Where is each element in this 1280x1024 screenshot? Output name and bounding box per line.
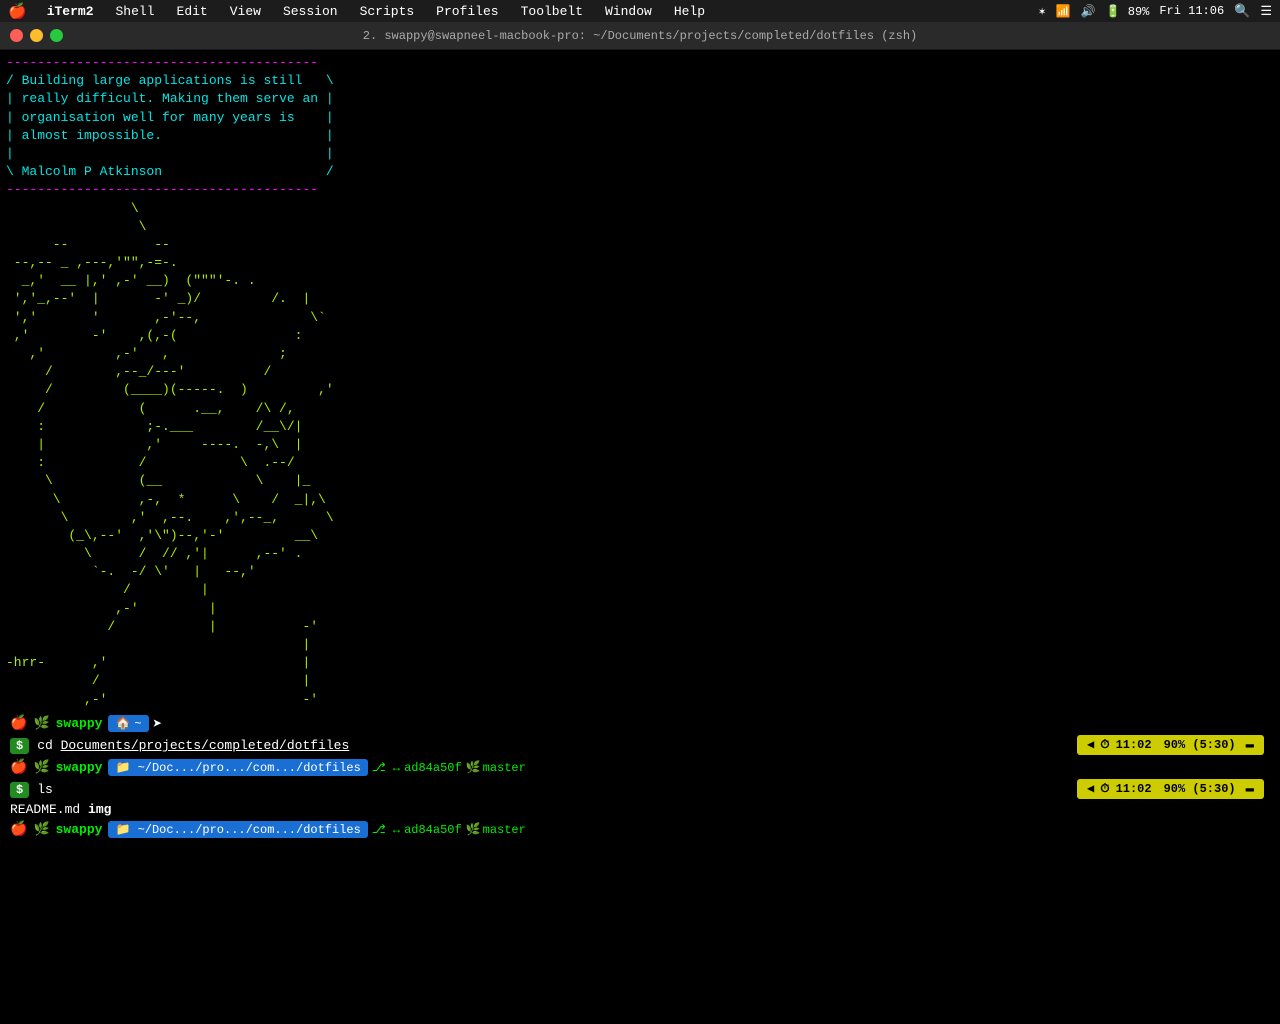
control-icon[interactable]: ☰: [1260, 4, 1272, 19]
readme-file: README.md: [10, 802, 80, 817]
username-3: swappy: [56, 760, 103, 775]
time-badge-2: ⏱ 11:02 90% (5:30) ▬: [1077, 779, 1264, 799]
leaf-icon-1: 🌿: [33, 716, 49, 731]
menu-iterm2[interactable]: iTerm2: [43, 4, 98, 19]
arrow-icon-1: ➤: [153, 714, 163, 734]
close-button[interactable]: [10, 29, 23, 42]
leaf-icon-5: 🌿: [33, 822, 49, 837]
menu-session[interactable]: Session: [279, 4, 342, 19]
prompt-line-1: 🍎 🌿 swappy 🏠 ~ ➤: [6, 713, 1274, 735]
apple-icon-5: 🍎: [10, 821, 27, 838]
clock-icon-1: ⏱: [1100, 738, 1109, 752]
volume-icon: 🔊: [1081, 4, 1096, 19]
pct-value-2: 90% (5:30): [1164, 782, 1236, 796]
menu-bar: 🍎 iTerm2 Shell Edit View Session Scripts…: [0, 0, 1280, 22]
search-icon[interactable]: 🔍: [1234, 4, 1250, 19]
battery-indicator: 🔋 89%: [1106, 4, 1150, 19]
img-dir: img: [88, 802, 111, 817]
clock: Fri 11:06: [1159, 4, 1224, 18]
time-badge-1: ⏱ 11:02 90% (5:30) ▬: [1077, 735, 1264, 755]
bar-icon-1: ▬: [1246, 737, 1254, 753]
ls-command: ls: [37, 782, 53, 797]
tilde: ~: [134, 717, 141, 731]
branch-icon-5: 🌿: [466, 822, 481, 837]
prompt-line-5: 🍎 🌿 swappy 📁 ~/Doc.../pro.../com.../dotf…: [6, 819, 1274, 841]
path-badge-5: 📁 ~/Doc.../pro.../com.../dotfiles: [108, 821, 367, 838]
terminal-window: 2. swappy@swapneel-macbook-pro: ~/Docume…: [0, 22, 1280, 1024]
time-value-2: 11:02: [1116, 782, 1152, 796]
menu-shell[interactable]: Shell: [112, 4, 159, 19]
branch-name-3: master: [483, 761, 526, 775]
username-5: swappy: [56, 822, 103, 837]
menu-bar-right: ✶ 📶 🔊 🔋 89% Fri 11:06 🔍 ☰: [1038, 4, 1272, 19]
prompt-line-3: 🍎 🌿 swappy 📁 ~/Doc.../pro.../com.../dotf…: [6, 757, 1274, 779]
clock-icon-2: ⏱: [1100, 782, 1109, 796]
prompt-line-4: $ ls ⏱ 11:02 90% (5:30) ▬: [6, 779, 1274, 801]
apple-icon-1: 🍎: [10, 715, 27, 732]
menu-window[interactable]: Window: [601, 4, 656, 19]
leaf-icon-3: 🌿: [33, 760, 49, 775]
dollar-badge-2: $: [10, 782, 29, 798]
menu-help[interactable]: Help: [670, 4, 709, 19]
path-badge-3: 📁 ~/Doc.../pro.../com.../dotfiles: [108, 759, 367, 776]
branch-icon-3: 🌿: [466, 760, 481, 775]
window-title: 2. swappy@swapneel-macbook-pro: ~/Docume…: [363, 29, 918, 43]
menu-profiles[interactable]: Profiles: [432, 4, 502, 19]
dollar-badge-1: $: [10, 738, 29, 754]
commit-hash-3: ad84a50f: [404, 761, 462, 775]
prompts-area: 🍎 🌿 swappy 🏠 ~ ➤ $ cd Documents/projects…: [6, 713, 1274, 841]
ls-output: README.md img: [6, 801, 1274, 819]
pct-value-1: 90% (5:30): [1164, 738, 1236, 752]
apple-icon-3: 🍎: [10, 759, 27, 776]
apple-logo: 🍎: [8, 2, 27, 21]
commit-hash-5: ad84a50f: [404, 823, 462, 837]
minimize-button[interactable]: [30, 29, 43, 42]
branch-name-5: master: [483, 823, 526, 837]
terminal-content[interactable]: ----------------------------------------…: [0, 50, 1280, 1024]
menu-toolbelt[interactable]: Toolbelt: [517, 4, 587, 19]
bar-icon-2: ▬: [1246, 781, 1254, 797]
window-controls: [10, 29, 63, 42]
cd-command: cd Documents/projects/completed/dotfiles: [37, 738, 349, 753]
git-icons-5: ⎇ ↔: [372, 822, 400, 837]
username-1: swappy: [56, 716, 103, 731]
title-bar: 2. swappy@swapneel-macbook-pro: ~/Docume…: [0, 22, 1280, 50]
bluetooth-icon: ✶: [1038, 4, 1045, 19]
maximize-button[interactable]: [50, 29, 63, 42]
prompt-line-2: $ cd Documents/projects/completed/dotfil…: [6, 735, 1274, 757]
wifi-icon: 📶: [1056, 4, 1071, 19]
time-value-1: 11:02: [1116, 738, 1152, 752]
git-icons-3: ⎇ ↔: [372, 760, 400, 775]
menu-view[interactable]: View: [226, 4, 265, 19]
home-badge-1: 🏠 ~: [108, 715, 148, 732]
terminal-output: ----------------------------------------…: [6, 54, 1274, 709]
menu-edit[interactable]: Edit: [173, 4, 212, 19]
home-icon: 🏠: [115, 716, 130, 731]
menu-scripts[interactable]: Scripts: [356, 4, 419, 19]
